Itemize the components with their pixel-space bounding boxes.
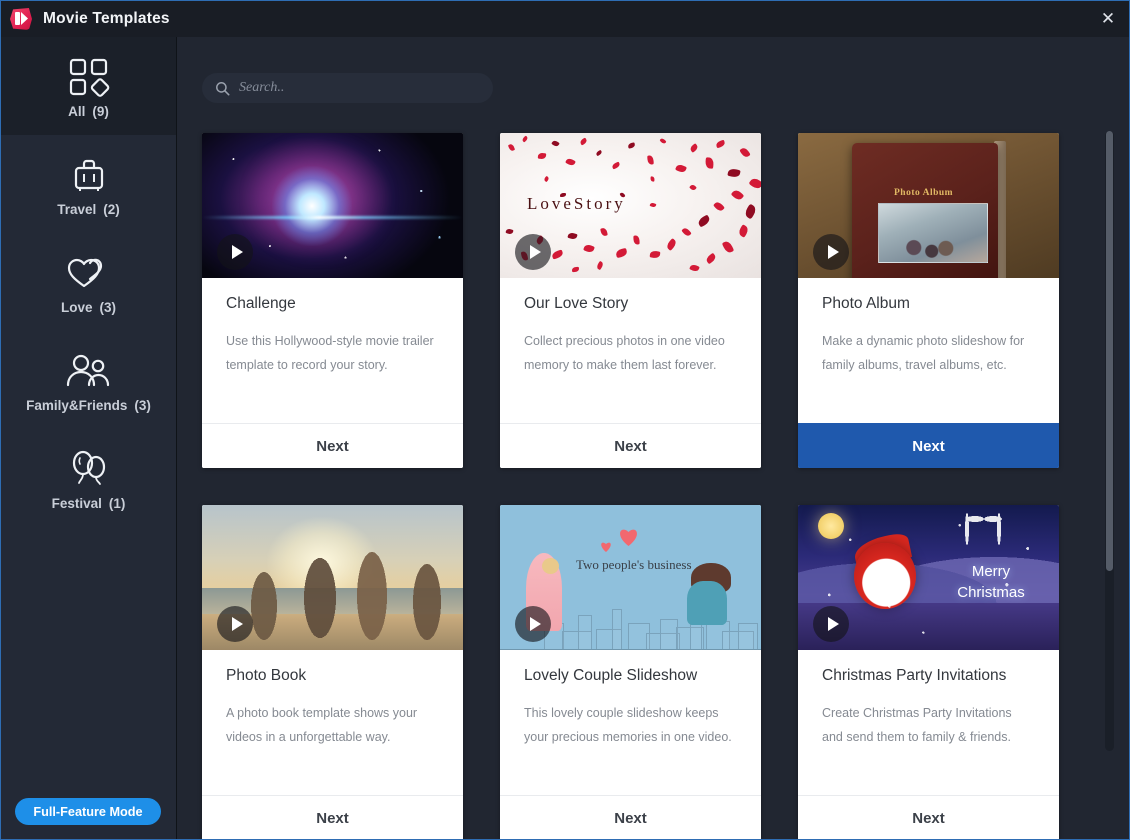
template-title: Our Love Story [524, 295, 737, 313]
thumbnail-caption: LoveStory [527, 194, 626, 214]
window-title: Movie Templates [43, 10, 170, 28]
sidebar-count: (3) [134, 398, 151, 413]
suitcase-icon [68, 152, 110, 198]
balloons-icon [66, 446, 112, 492]
sidebar-count: (9) [92, 104, 109, 119]
sidebar-item-label: Love (3) [61, 300, 116, 315]
next-button[interactable]: Next [202, 423, 463, 468]
play-icon[interactable] [515, 606, 551, 642]
sidebar-count: (1) [109, 496, 126, 511]
title-bar: Movie Templates ✕ [1, 1, 1130, 37]
template-info: Lovely Couple Slideshow This lovely coup… [500, 650, 761, 795]
grid-diamond-icon [68, 54, 110, 100]
close-icon[interactable]: ✕ [1085, 1, 1130, 37]
thumbnail-caption: Two people's business [576, 557, 692, 573]
search-icon [215, 81, 230, 96]
template-thumbnail[interactable] [202, 505, 463, 650]
template-title: Challenge [226, 295, 439, 313]
app-logo-icon [9, 7, 33, 31]
full-feature-mode-button[interactable]: Full-Feature Mode [15, 798, 161, 825]
template-description: Make a dynamic photo slideshow for famil… [822, 329, 1035, 377]
sidebar-item-festival[interactable]: Festival (1) [1, 429, 176, 527]
next-button[interactable]: Next [500, 795, 761, 840]
sidebar-item-love[interactable]: Love (3) [1, 233, 176, 331]
thumbnail-caption: Photo Album [894, 188, 953, 198]
template-description: Use this Hollywood-style movie trailer t… [226, 329, 439, 377]
search-input[interactable] [239, 80, 493, 96]
template-card[interactable]: Two people's business Lovely Couple Slid… [500, 505, 761, 840]
template-thumbnail[interactable]: LoveStory [500, 133, 761, 278]
template-card[interactable]: Photo Book A photo book template shows y… [202, 505, 463, 840]
play-icon[interactable] [515, 234, 551, 270]
template-thumbnail[interactable] [202, 133, 463, 278]
template-title: Christmas Party Invitations [822, 667, 1035, 685]
sidebar-label-text: Family&Friends [26, 398, 127, 413]
template-title: Photo Album [822, 295, 1035, 313]
template-card[interactable]: Merry Christmas Christmas Party Invitati… [798, 505, 1059, 840]
sidebar-count: (3) [100, 300, 117, 315]
template-info: Challenge Use this Hollywood-style movie… [202, 278, 463, 423]
category-sidebar: All (9) Travel (2) [1, 37, 177, 840]
play-icon[interactable] [813, 234, 849, 270]
sidebar-count: (2) [103, 202, 120, 217]
template-thumbnail[interactable]: Photo Album [798, 133, 1059, 278]
sidebar-item-travel[interactable]: Travel (2) [1, 135, 176, 233]
next-button[interactable]: Next [500, 423, 761, 468]
sidebar-item-label: Festival (1) [52, 496, 126, 511]
template-card[interactable]: LoveStory Our Love Story Collect preciou… [500, 133, 761, 468]
template-title: Lovely Couple Slideshow [524, 667, 737, 685]
template-thumbnail[interactable]: Merry Christmas [798, 505, 1059, 650]
template-card[interactable]: Photo Album Photo Album Make a dynamic p… [798, 133, 1059, 468]
next-button[interactable]: Next [798, 795, 1059, 840]
scrollbar-thumb[interactable] [1106, 131, 1113, 571]
two-hearts-icon [66, 250, 112, 296]
people-icon [64, 348, 114, 394]
template-thumbnail[interactable]: Two people's business [500, 505, 761, 650]
play-icon[interactable] [217, 234, 253, 270]
template-card[interactable]: Challenge Use this Hollywood-style movie… [202, 133, 463, 468]
templates-content: Challenge Use this Hollywood-style movie… [177, 37, 1130, 840]
play-icon[interactable] [217, 606, 253, 642]
template-info: Photo Book A photo book template shows y… [202, 650, 463, 795]
play-icon[interactable] [813, 606, 849, 642]
templates-grid: Challenge Use this Hollywood-style movie… [202, 133, 1102, 840]
template-title: Photo Book [226, 667, 439, 685]
sidebar-label-text: Festival [52, 496, 102, 511]
template-description: This lovely couple slideshow keeps your … [524, 701, 737, 749]
template-info: Photo Album Make a dynamic photo slidesh… [798, 278, 1059, 423]
template-info: Christmas Party Invitations Create Chris… [798, 650, 1059, 795]
content-scrollbar[interactable] [1105, 131, 1114, 751]
template-description: Create Christmas Party Invitations and s… [822, 701, 1035, 749]
sidebar-item-family-friends[interactable]: Family&Friends (3) [1, 331, 176, 429]
sidebar-item-label: All (9) [68, 104, 109, 119]
movie-templates-window: Movie Templates ✕ All (9) [0, 0, 1130, 840]
sidebar-label-text: Travel [57, 202, 96, 217]
sidebar-label-text: All [68, 104, 85, 119]
template-description: A photo book template shows your videos … [226, 701, 439, 749]
template-description: Collect precious photos in one video mem… [524, 329, 737, 377]
next-button[interactable]: Next [202, 795, 463, 840]
thumbnail-caption: Merry Christmas [937, 561, 1045, 603]
next-button[interactable]: Next [798, 423, 1059, 468]
sidebar-item-all[interactable]: All (9) [1, 37, 176, 135]
sidebar-item-label: Travel (2) [57, 202, 120, 217]
sidebar-item-label: Family&Friends (3) [26, 398, 151, 413]
template-info: Our Love Story Collect precious photos i… [500, 278, 761, 423]
sidebar-label-text: Love [61, 300, 93, 315]
search-bar[interactable] [202, 73, 493, 103]
